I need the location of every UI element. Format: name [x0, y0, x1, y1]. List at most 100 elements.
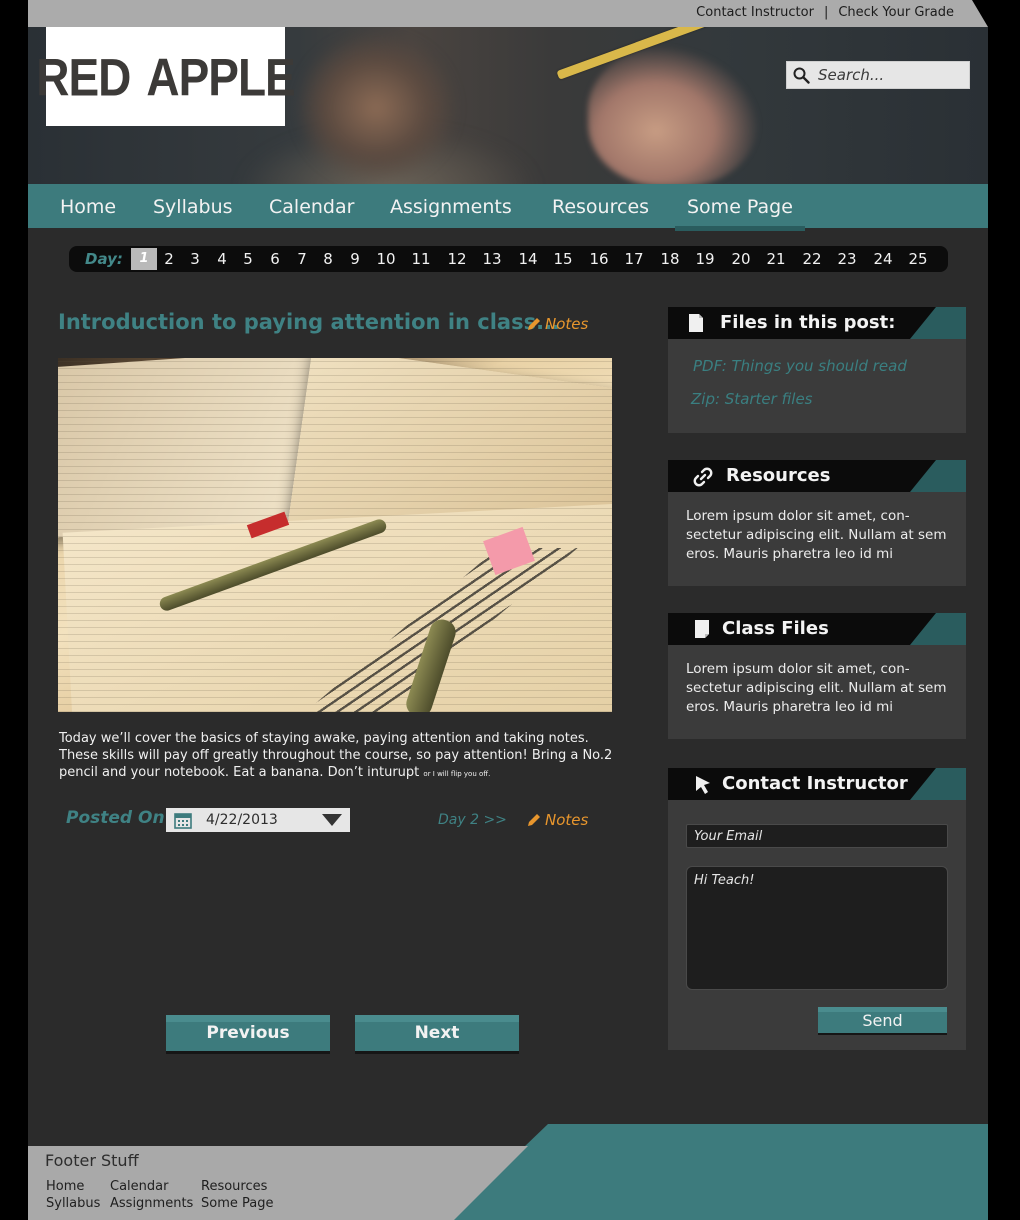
top-links: Contact Instructor | Check Your Grade	[696, 5, 954, 20]
contact-panel-header: Contact Instructor	[668, 768, 966, 800]
posted-on-label: Posted On	[66, 808, 165, 828]
header-accent	[936, 768, 966, 800]
day-4[interactable]: 4	[209, 248, 235, 270]
notes-label: Notes	[545, 811, 589, 829]
post-title: Introduction to paying attention in clas…	[58, 310, 561, 334]
contact-panel: Contact Instructor Send	[668, 768, 966, 1050]
footer-link-home[interactable]: Home	[46, 1179, 84, 1194]
search-input[interactable]	[818, 66, 958, 84]
nav-syllabus[interactable]: Syllabus	[153, 196, 233, 218]
notes-link-bottom[interactable]: Notes	[526, 811, 588, 829]
day-strip-label: Day:	[85, 250, 123, 268]
day-24[interactable]: 24	[870, 248, 896, 270]
pencil-icon	[528, 814, 540, 826]
day-10[interactable]: 10	[373, 248, 399, 270]
chevron-down-icon	[322, 814, 342, 826]
footer-accent	[448, 1124, 988, 1220]
header-accent-slant	[910, 768, 936, 800]
day-11[interactable]: 11	[408, 248, 434, 270]
day-6[interactable]: 6	[262, 248, 288, 270]
date-select[interactable]: 4/22/2013	[166, 808, 350, 832]
hero-photo-hand	[588, 47, 758, 184]
post-body: Today we’ll cover the basics of staying …	[59, 730, 619, 783]
files-panel-header: Files in this post:	[668, 307, 966, 339]
check-grade-link[interactable]: Check Your Grade	[838, 5, 954, 20]
day-17[interactable]: 17	[621, 248, 647, 270]
file-link-pdf[interactable]: PDF: Things you should read	[693, 357, 942, 376]
day-16[interactable]: 16	[586, 248, 612, 270]
nav-home[interactable]: Home	[60, 196, 116, 218]
pencil-icon	[528, 318, 540, 330]
header-accent-slant	[910, 307, 936, 339]
header-accent	[936, 460, 966, 492]
post-body-text: Today we’ll cover the basics of staying …	[59, 731, 613, 780]
day-19[interactable]: 19	[692, 248, 718, 270]
logo[interactable]: RED APPLE	[36, 27, 296, 126]
day-2[interactable]: 2	[156, 248, 182, 270]
footer-link-calendar[interactable]: Calendar	[110, 1179, 168, 1194]
date-value: 4/22/2013	[206, 812, 278, 828]
header-accent	[936, 613, 966, 645]
day-strip: Day: 1 2 3 4 5 6 7 8 9 10 11 12 13 14 15…	[69, 246, 948, 272]
day-13[interactable]: 13	[479, 248, 505, 270]
header-accent-slant	[910, 460, 936, 492]
post-photo	[58, 358, 612, 712]
files-panel: Files in this post: PDF: Things you shou…	[668, 307, 966, 433]
header-accent	[936, 307, 966, 339]
email-field[interactable]	[686, 824, 948, 848]
hero-photo-head	[296, 33, 456, 183]
day-3[interactable]: 3	[182, 248, 208, 270]
send-button[interactable]: Send	[818, 1007, 947, 1033]
day-23[interactable]: 23	[834, 248, 860, 270]
nav-calendar[interactable]: Calendar	[269, 196, 354, 218]
next-day-link[interactable]: Day 2 >>	[438, 812, 507, 828]
top-links-separator: |	[823, 5, 829, 20]
header-accent-slant	[910, 613, 936, 645]
footer-link-syllabus[interactable]: Syllabus	[46, 1196, 100, 1211]
search-icon[interactable]	[793, 67, 810, 84]
day-5[interactable]: 5	[235, 248, 261, 270]
footer-link-assignments[interactable]: Assignments	[110, 1196, 193, 1211]
nav-assignments[interactable]: Assignments	[390, 196, 512, 218]
main-nav: Home Syllabus Calendar Assignments Resou…	[28, 184, 988, 231]
post-body-small-text: or I will flip you off.	[423, 770, 491, 778]
logo-word-red: RED	[36, 46, 131, 107]
logo-word-apple: APPLE	[146, 46, 295, 107]
day-12[interactable]: 12	[444, 248, 470, 270]
calendar-icon	[174, 812, 192, 829]
footer-link-resources[interactable]: Resources	[201, 1179, 267, 1194]
day-20[interactable]: 20	[728, 248, 754, 270]
day-18[interactable]: 18	[657, 248, 683, 270]
day-9[interactable]: 9	[342, 248, 368, 270]
contact-instructor-link[interactable]: Contact Instructor	[696, 5, 814, 20]
resources-panel-header: Resources	[668, 460, 966, 492]
previous-button[interactable]: Previous	[166, 1015, 330, 1051]
day-22[interactable]: 22	[799, 248, 825, 270]
footer-link-some-page[interactable]: Some Page	[201, 1196, 273, 1211]
nav-some-page[interactable]: Some Page	[675, 196, 805, 231]
message-field[interactable]	[686, 866, 948, 990]
day-25[interactable]: 25	[905, 248, 931, 270]
resources-panel: Resources Lorem ipsum dolor sit amet, co…	[668, 460, 966, 586]
page: Contact Instructor | Check Your Grade RE…	[28, 0, 988, 1220]
class-files-panel-header: Class Files	[668, 613, 966, 645]
link-icon	[693, 467, 713, 487]
resources-panel-body: Lorem ipsum dolor sit amet, con-sectetur…	[686, 508, 947, 562]
search-box	[786, 61, 970, 89]
notes-link-top[interactable]: Notes	[526, 315, 588, 333]
day-8[interactable]: 8	[315, 248, 341, 270]
document-icon	[695, 620, 709, 638]
day-15[interactable]: 15	[550, 248, 576, 270]
class-files-panel-body: Lorem ipsum dolor sit amet, con-sectetur…	[686, 661, 947, 715]
nav-resources[interactable]: Resources	[552, 196, 649, 218]
day-1[interactable]: 1	[131, 248, 157, 270]
hero-header: RED APPLE	[28, 27, 988, 184]
day-14[interactable]: 14	[515, 248, 541, 270]
cursor-arrow-icon	[696, 776, 710, 794]
day-7[interactable]: 7	[289, 248, 315, 270]
day-21[interactable]: 21	[763, 248, 789, 270]
class-files-panel-title: Class Files	[722, 618, 829, 639]
file-link-zip[interactable]: Zip: Starter files	[691, 390, 942, 409]
notes-label: Notes	[545, 315, 589, 333]
next-button[interactable]: Next	[355, 1015, 519, 1051]
